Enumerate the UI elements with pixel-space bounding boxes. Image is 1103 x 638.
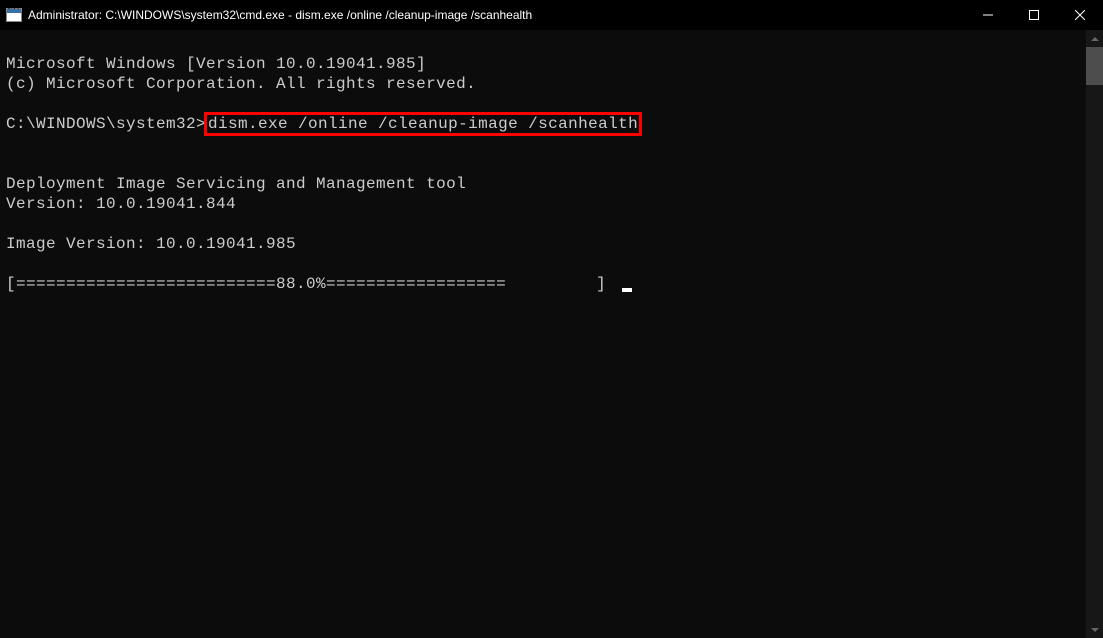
progress-bar-line: [==========================88.0%========… (6, 275, 616, 293)
cursor (622, 288, 632, 292)
titlebar-left: Administrator: C:\WINDOWS\system32\cmd.e… (6, 8, 532, 22)
scroll-thumb[interactable] (1086, 47, 1103, 85)
scroll-up-button[interactable] (1086, 30, 1103, 47)
window-controls (965, 0, 1103, 30)
os-version-line: Microsoft Windows [Version 10.0.19041.98… (6, 55, 426, 73)
close-button[interactable] (1057, 0, 1103, 30)
titlebar[interactable]: Administrator: C:\WINDOWS\system32\cmd.e… (0, 0, 1103, 30)
tool-name-line: Deployment Image Servicing and Managemen… (6, 175, 466, 193)
command-text: dism.exe /online /cleanup-image /scanhea… (208, 115, 638, 133)
scroll-down-button[interactable] (1086, 621, 1103, 638)
window-title: Administrator: C:\WINDOWS\system32\cmd.e… (28, 8, 532, 22)
close-icon (1075, 10, 1085, 20)
maximize-button[interactable] (1011, 0, 1057, 30)
image-version-line: Image Version: 10.0.19041.985 (6, 235, 296, 253)
prompt-text: C:\WINDOWS\system32> (6, 115, 206, 133)
terminal-output[interactable]: Microsoft Windows [Version 10.0.19041.98… (0, 30, 1103, 298)
copyright-line: (c) Microsoft Corporation. All rights re… (6, 75, 476, 93)
minimize-icon (983, 10, 993, 20)
command-highlight: dism.exe /online /cleanup-image /scanhea… (206, 114, 640, 134)
cmd-icon (6, 8, 22, 22)
minimize-button[interactable] (965, 0, 1011, 30)
scrollbar[interactable] (1086, 30, 1103, 638)
tool-version-line: Version: 10.0.19041.844 (6, 195, 236, 213)
maximize-icon (1029, 10, 1039, 20)
